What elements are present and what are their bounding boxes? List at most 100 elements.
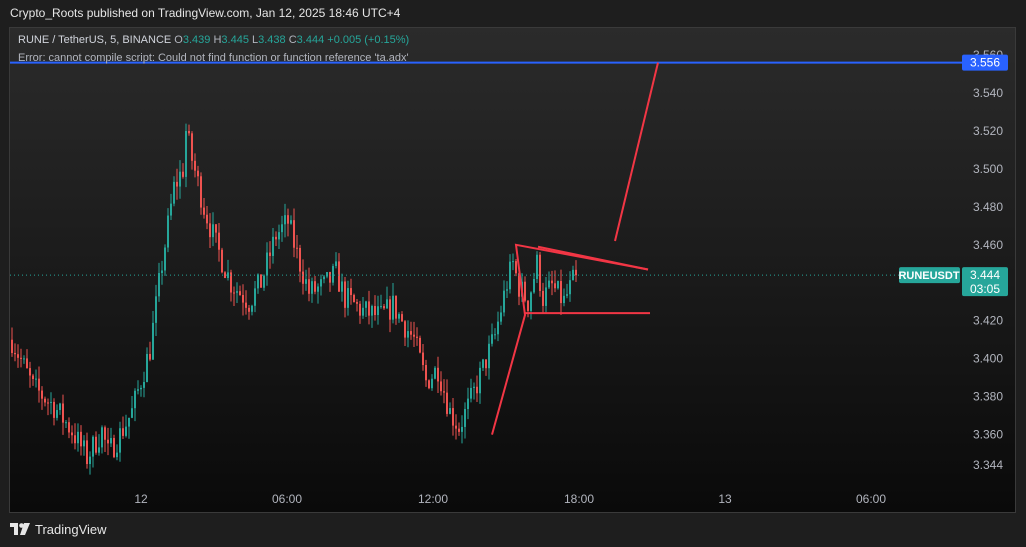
candle-body: [257, 274, 259, 289]
candle-body: [530, 292, 532, 311]
candle-body: [563, 295, 565, 304]
x-tick-label: 12:00: [418, 492, 448, 506]
candle-body: [158, 273, 160, 297]
publish-header: Crypto_Roots published on TradingView.co…: [0, 0, 1026, 27]
y-tick-label: 3.480: [973, 200, 1003, 214]
candle-body: [512, 261, 514, 263]
candle-body: [35, 378, 37, 380]
candle-body: [428, 380, 430, 389]
candle-body: [542, 290, 544, 306]
candle-body: [263, 275, 265, 288]
y-tick-label: 3.460: [973, 238, 1003, 252]
candle-body: [446, 392, 448, 414]
candle-body: [266, 252, 268, 276]
candle-body: [491, 334, 493, 344]
countdown-badge-text: 03:05: [970, 282, 1000, 296]
candle-body: [566, 294, 568, 296]
candle-body: [215, 224, 217, 233]
candle-body: [155, 296, 157, 323]
candle-body: [122, 428, 124, 436]
candle-body: [413, 334, 415, 337]
close-value: 3.444: [296, 34, 325, 46]
candle-body: [86, 440, 88, 465]
price-chart[interactable]: 1206:0012:0018:001306:003.5603.5403.5203…: [10, 28, 1015, 512]
candle-body: [320, 279, 322, 287]
candle-body: [341, 281, 343, 292]
candle-body: [137, 389, 139, 391]
candle-body: [242, 295, 244, 303]
candle-body: [404, 321, 406, 338]
candle-body: [350, 288, 352, 296]
candle-body: [497, 321, 499, 335]
candle-body: [212, 224, 214, 238]
x-tick-label: 06:00: [272, 492, 302, 506]
candle-body: [332, 266, 334, 283]
candle-body: [239, 291, 241, 296]
candle-body: [383, 306, 385, 309]
candle-body: [56, 410, 58, 418]
script-error-message: Error: cannot compile script: Could not …: [18, 52, 409, 64]
x-tick-label: 18:00: [564, 492, 594, 506]
candle-body: [431, 378, 433, 389]
candle-body: [272, 236, 274, 256]
candle-body: [278, 232, 280, 240]
candle-body: [362, 307, 364, 316]
symbol-label: RUNE / TetherUS, 5, BINANCE: [18, 34, 172, 46]
candle-body: [473, 386, 475, 388]
candle-body: [191, 133, 193, 161]
candle-body: [401, 314, 403, 322]
chart-panel[interactable]: 1206:0012:0018:001306:003.5603.5403.5203…: [9, 27, 1016, 513]
candle-body: [416, 336, 418, 338]
low-value: 3.438: [258, 34, 286, 46]
candle-body: [20, 357, 22, 359]
y-tick-label: 3.344: [973, 458, 1003, 472]
candle-body: [80, 431, 82, 447]
candle-body: [533, 279, 535, 293]
candle-body: [236, 291, 238, 293]
candle-body: [449, 408, 451, 414]
candle-body: [83, 440, 85, 447]
y-tick-label: 3.400: [973, 352, 1003, 366]
candle-body: [170, 203, 172, 216]
tradingview-footer[interactable]: TradingView: [10, 520, 107, 538]
candle-body: [455, 425, 457, 429]
candle-body: [125, 426, 127, 436]
candle-body: [218, 232, 220, 250]
candle-body: [500, 312, 502, 322]
candle-body: [377, 306, 379, 316]
candle-body: [407, 331, 409, 338]
x-tick-label: 13: [718, 492, 732, 506]
candle-body: [260, 274, 262, 288]
y-tick-label: 3.520: [973, 124, 1003, 138]
candle-body: [323, 276, 325, 280]
candle-body: [287, 215, 289, 224]
candle-body: [374, 306, 376, 316]
candle-body: [506, 289, 508, 291]
candle-body: [485, 359, 487, 369]
candle-body: [89, 456, 91, 465]
tradingview-logo-icon: [10, 523, 30, 535]
x-tick-label: 06:00: [856, 492, 886, 506]
candle-body: [95, 436, 97, 453]
current-price-badge-text: 3.444: [970, 268, 1000, 282]
candle-body: [143, 381, 145, 388]
candle-body: [131, 408, 133, 418]
candle-body: [560, 281, 562, 304]
candle-body: [173, 181, 175, 204]
candle-body: [524, 281, 526, 301]
candle-body: [494, 334, 496, 336]
candle-body: [371, 306, 373, 316]
close-label: C: [288, 34, 297, 46]
candle-body: [551, 280, 553, 284]
candle-body: [284, 215, 286, 225]
ticker-badge-text: RUNEUSDT: [898, 270, 959, 282]
candle-body: [344, 281, 346, 308]
price-level-badge-text: 3.556: [970, 56, 1000, 70]
candle-body: [515, 261, 517, 274]
candle-body: [389, 299, 391, 320]
candle-body: [548, 280, 550, 288]
candle-body: [452, 408, 454, 426]
candle-body: [569, 280, 571, 295]
candle-body: [146, 353, 148, 382]
candle-body: [227, 272, 229, 279]
